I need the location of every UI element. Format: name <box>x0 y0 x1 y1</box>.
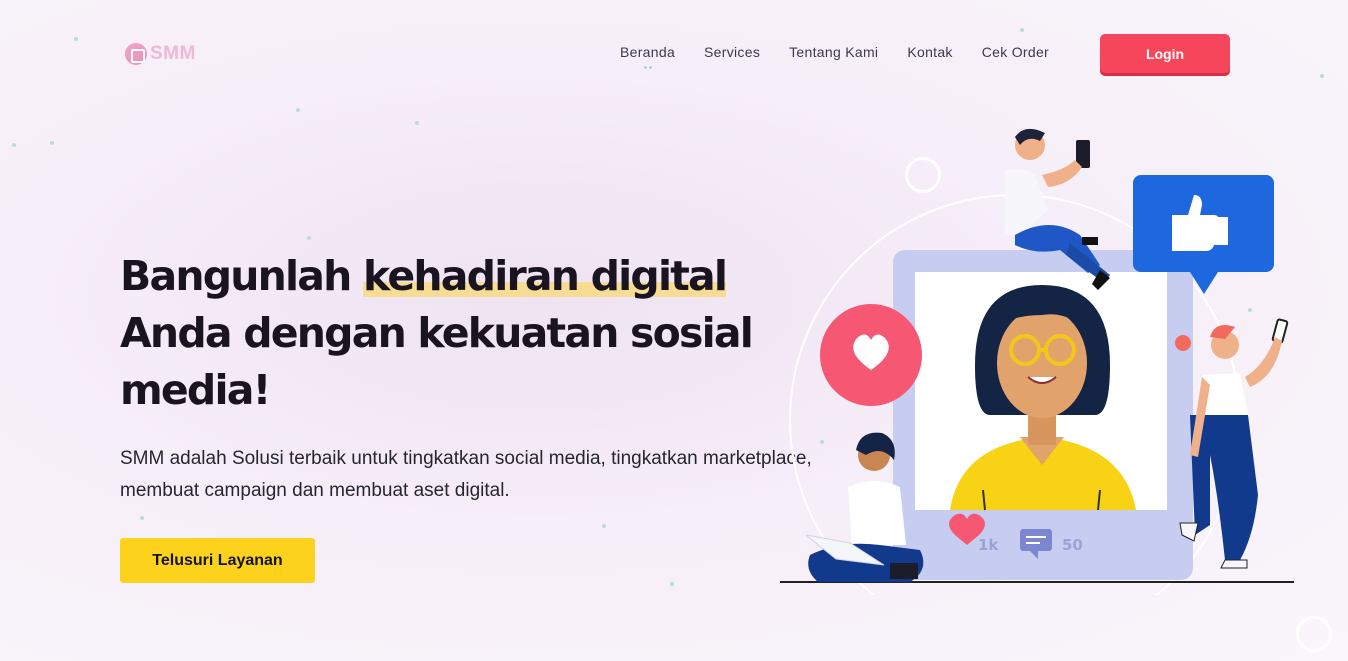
decor-dot <box>50 141 54 145</box>
nav-item-services[interactable]: Services <box>704 44 760 60</box>
decor-dot <box>1320 74 1324 78</box>
explore-services-button[interactable]: Telusuri Layanan <box>120 538 315 583</box>
nav-item-tentang-kami[interactable]: Tentang Kami <box>789 44 878 60</box>
hero-title-highlight: kehadiran digital <box>363 252 728 300</box>
nav-item-cek-order[interactable]: Cek Order <box>982 44 1049 60</box>
likes-count: 1k <box>978 536 999 554</box>
hero-title-part1: Bangunlah <box>120 252 364 300</box>
nav-item-beranda[interactable]: Beranda <box>620 44 675 60</box>
main-nav: Beranda Services Tentang Kami Kontak Cek… <box>620 44 1049 60</box>
decor-dot <box>307 236 311 240</box>
comments-count: 50 <box>1062 536 1083 554</box>
hero-title-part2: Anda dengan kekuatan sosial media! <box>120 309 754 414</box>
decor-dot <box>670 582 674 586</box>
hero-illustration: 1k 50 <box>780 128 1294 595</box>
decor-ring <box>1296 616 1332 652</box>
login-button[interactable]: Login <box>1100 34 1230 73</box>
hero-title: Bangunlah kehadiran digital Anda dengan … <box>120 248 760 419</box>
decor-dot <box>1020 28 1024 32</box>
brand-logo[interactable]: SMM <box>125 43 196 65</box>
nav-item-kontak[interactable]: Kontak <box>907 44 952 60</box>
smm-logo-icon <box>125 43 147 65</box>
decor-dot <box>140 516 144 520</box>
decor-dot <box>296 108 300 112</box>
decor-dot <box>12 143 16 147</box>
decor-dot <box>415 121 419 125</box>
brand-name: SMM <box>150 43 196 64</box>
decor-dot <box>602 524 606 528</box>
hero-description: SMM adalah Solusi terbaik untuk tingkatk… <box>120 448 812 501</box>
decor-dot <box>74 37 78 41</box>
